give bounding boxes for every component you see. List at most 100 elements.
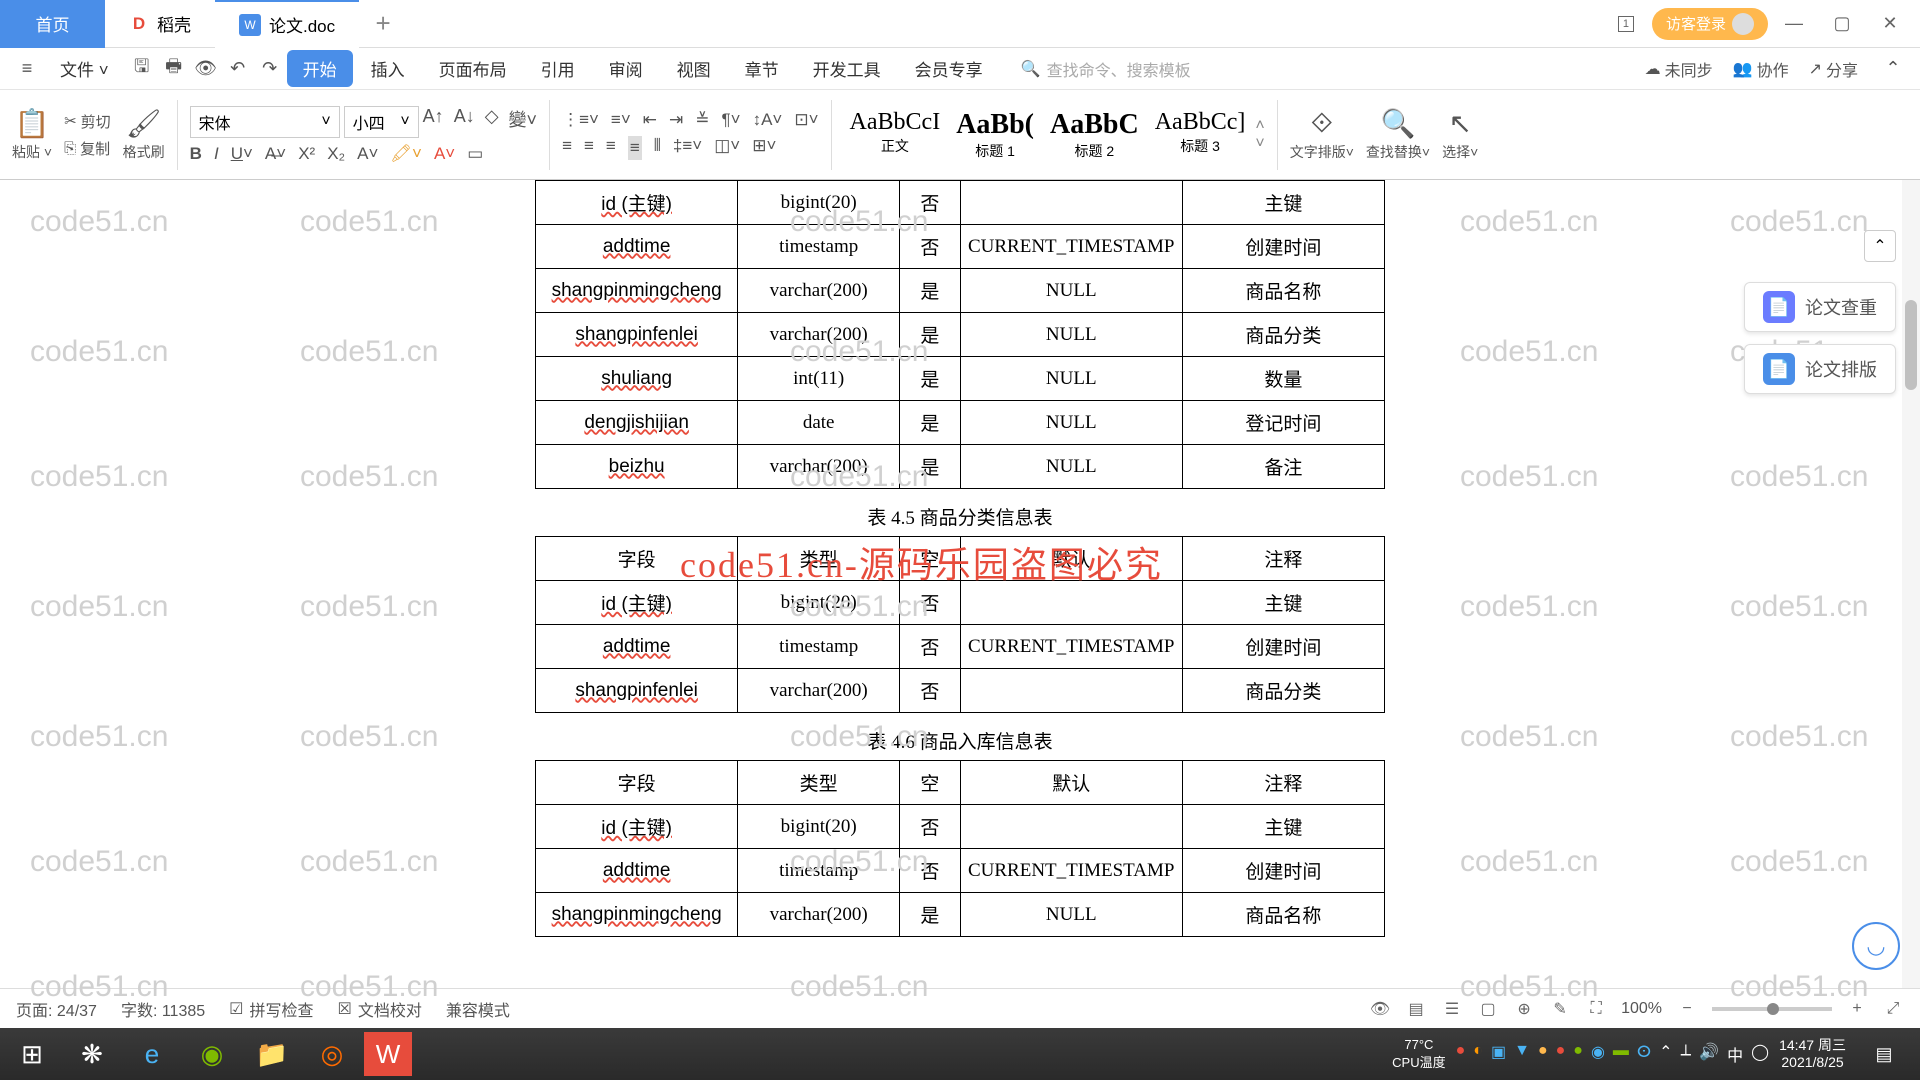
collapse-panel-icon[interactable]: ⌃ — [1864, 230, 1896, 262]
sync-status[interactable]: ☁未同步 — [1645, 57, 1713, 81]
wps-icon[interactable]: W — [364, 1032, 412, 1076]
chevron-up-icon[interactable]: ⌃ — [1878, 54, 1908, 84]
phonetic-icon[interactable]: 變˅ — [509, 106, 538, 138]
minimize-button[interactable]: — — [1772, 2, 1816, 46]
number-list-icon[interactable]: ≡˅ — [611, 110, 631, 130]
tab-document[interactable]: W 论文.doc — [215, 0, 359, 48]
align-left-icon[interactable]: ≡ — [562, 136, 572, 160]
print-icon[interactable]: 🖶 — [159, 54, 189, 84]
save-icon[interactable]: 🖫 — [127, 54, 157, 84]
notifications-icon[interactable]: ▤ — [1856, 1028, 1912, 1080]
copilot-icon[interactable]: ❋ — [64, 1028, 120, 1080]
proofread[interactable]: ☒文档校对 — [338, 997, 422, 1021]
ie-icon[interactable]: e — [124, 1028, 180, 1080]
strike-button[interactable]: A̶˅ — [265, 144, 286, 164]
assistant-fab[interactable]: ◡ — [1852, 922, 1900, 970]
tray-up-icon[interactable]: ⌃ — [1659, 1042, 1672, 1066]
web-view-icon[interactable]: ⊕ — [1513, 998, 1535, 1020]
align-right-icon[interactable]: ≡ — [606, 136, 616, 160]
spell-check[interactable]: ☑拼写检查 — [229, 997, 313, 1021]
line-spacing-icon[interactable]: ‡≡˅ — [673, 136, 702, 160]
font-color-button[interactable]: A˅ — [434, 144, 455, 164]
page-indicator[interactable]: 页面: 24/37 — [16, 997, 97, 1021]
size-select[interactable]: 小四˅ — [344, 106, 419, 138]
text-dir-icon[interactable]: ↕A˅ — [753, 110, 783, 130]
cut-button[interactable]: ✂剪切 — [64, 111, 111, 132]
ime-icon[interactable]: 中 — [1727, 1042, 1743, 1066]
increase-font-icon[interactable]: A↑ — [423, 106, 444, 138]
read-view-icon[interactable]: ▢ — [1477, 998, 1499, 1020]
chrome-icon[interactable]: ◉ — [184, 1028, 240, 1080]
bold-button[interactable]: B — [190, 144, 202, 164]
outdent-icon[interactable]: ⇤ — [643, 110, 657, 130]
find-replace[interactable]: 🔍查找替换˅ — [1366, 107, 1430, 162]
page-view-icon[interactable]: ▤ — [1405, 998, 1427, 1020]
explorer-icon[interactable]: 📁 — [244, 1028, 300, 1080]
italic-button[interactable]: I — [214, 144, 219, 164]
scrollbar-thumb[interactable] — [1905, 300, 1917, 390]
shading-icon[interactable]: ◫˅ — [714, 136, 740, 160]
edit-icon[interactable]: ✎ — [1549, 998, 1571, 1020]
menu-reference[interactable]: 引用 — [525, 50, 591, 87]
font-select[interactable]: 宋体˅ — [190, 106, 340, 138]
paste-group[interactable]: 📋 粘贴 ˅ — [12, 107, 52, 162]
menu-layout[interactable]: 页面布局 — [423, 50, 523, 87]
document-area[interactable]: id (主键)bigint(20)否主键addtimetimestamp否CUR… — [0, 180, 1920, 988]
clear-format-icon[interactable]: ◇ — [485, 106, 499, 138]
sort-icon[interactable]: ≚ — [695, 110, 709, 130]
command-search[interactable]: 🔍 查找命令、搜索模板 — [1021, 57, 1643, 81]
vertical-scrollbar[interactable] — [1902, 180, 1920, 988]
brush-group[interactable]: 🖌 格式刷 — [123, 107, 165, 162]
menu-chapter[interactable]: 章节 — [729, 50, 795, 87]
login-button[interactable]: 访客登录 — [1652, 8, 1768, 40]
maximize-button[interactable]: ▢ — [1820, 2, 1864, 46]
menu-review[interactable]: 审阅 — [593, 50, 659, 87]
collab-button[interactable]: 👥协作 — [1733, 57, 1789, 81]
paper-format-button[interactable]: 📄 论文排版 — [1744, 344, 1896, 394]
system-tray[interactable]: ●◐▣ ▼●● ●◉▬ ⵙ⌃ ⟂🔊 中 ◯ — [1456, 1042, 1769, 1066]
zoom-out-icon[interactable]: − — [1676, 998, 1698, 1020]
underline-button[interactable]: U˅ — [231, 144, 253, 164]
paper-check-button[interactable]: 📄 论文查重 — [1744, 282, 1896, 332]
volume-icon[interactable]: 🔊 — [1699, 1042, 1719, 1066]
zoom-in-icon[interactable]: + — [1846, 998, 1868, 1020]
taskbar-clock[interactable]: 14:47 周三 2021/8/25 — [1779, 1037, 1846, 1071]
menu-vip[interactable]: 会员专享 — [899, 50, 999, 87]
tab-daoke[interactable]: D 稻壳 — [105, 0, 215, 48]
share-button[interactable]: ↗分享 — [1809, 57, 1858, 81]
start-icon[interactable]: ⊞ — [4, 1028, 60, 1080]
tab-home[interactable]: 首页 — [0, 0, 105, 48]
line-icon[interactable]: ⊡˅ — [794, 110, 818, 130]
align-justify-icon[interactable]: ≡ — [628, 136, 642, 160]
copy-button[interactable]: ⎘复制 — [64, 138, 111, 159]
eye-icon[interactable]: 👁 — [1369, 998, 1391, 1020]
fullscreen-icon[interactable]: ⤢ — [1882, 998, 1904, 1020]
style-h2[interactable]: AaBbC标题 2 — [1044, 109, 1145, 161]
menu-hamburger-icon[interactable]: ≡ — [12, 54, 42, 84]
decrease-font-icon[interactable]: A↓ — [454, 106, 475, 138]
menu-view[interactable]: 视图 — [661, 50, 727, 87]
select-group[interactable]: ↖选择˅ — [1442, 107, 1478, 162]
redo-icon[interactable]: ↷ — [255, 54, 285, 84]
text-effect-button[interactable]: A˅ — [357, 144, 378, 164]
preview-icon[interactable]: 👁 — [191, 54, 221, 84]
menu-file[interactable]: 文件 ˅ — [44, 50, 125, 87]
search-tray-icon[interactable]: ◯ — [1751, 1042, 1769, 1066]
zoom-slider[interactable] — [1712, 1007, 1832, 1011]
char-border-button[interactable]: ▭ — [467, 144, 483, 164]
highlight-button[interactable]: 🖍˅ — [390, 144, 422, 164]
para-mark-icon[interactable]: ¶˅ — [722, 110, 741, 130]
app-icon[interactable]: ◎ — [304, 1028, 360, 1080]
word-count[interactable]: 字数: 11385 — [121, 997, 205, 1021]
bullet-list-icon[interactable]: ⋮≡˅ — [562, 110, 599, 130]
align-center-icon[interactable]: ≡ — [584, 136, 594, 160]
text-layout[interactable]: ⟐文字排版˅ — [1290, 107, 1354, 162]
indent-icon[interactable]: ⇥ — [669, 110, 683, 130]
subscript-button[interactable]: X₂ — [327, 144, 345, 164]
border-icon[interactable]: ⊞˅ — [752, 136, 776, 160]
style-h3[interactable]: AaBbCc]标题 3 — [1149, 109, 1252, 161]
close-button[interactable]: ✕ — [1868, 2, 1912, 46]
window-number-icon[interactable]: 1 — [1604, 2, 1648, 46]
menu-start[interactable]: 开始 — [287, 50, 353, 87]
outline-view-icon[interactable]: ☰ — [1441, 998, 1463, 1020]
